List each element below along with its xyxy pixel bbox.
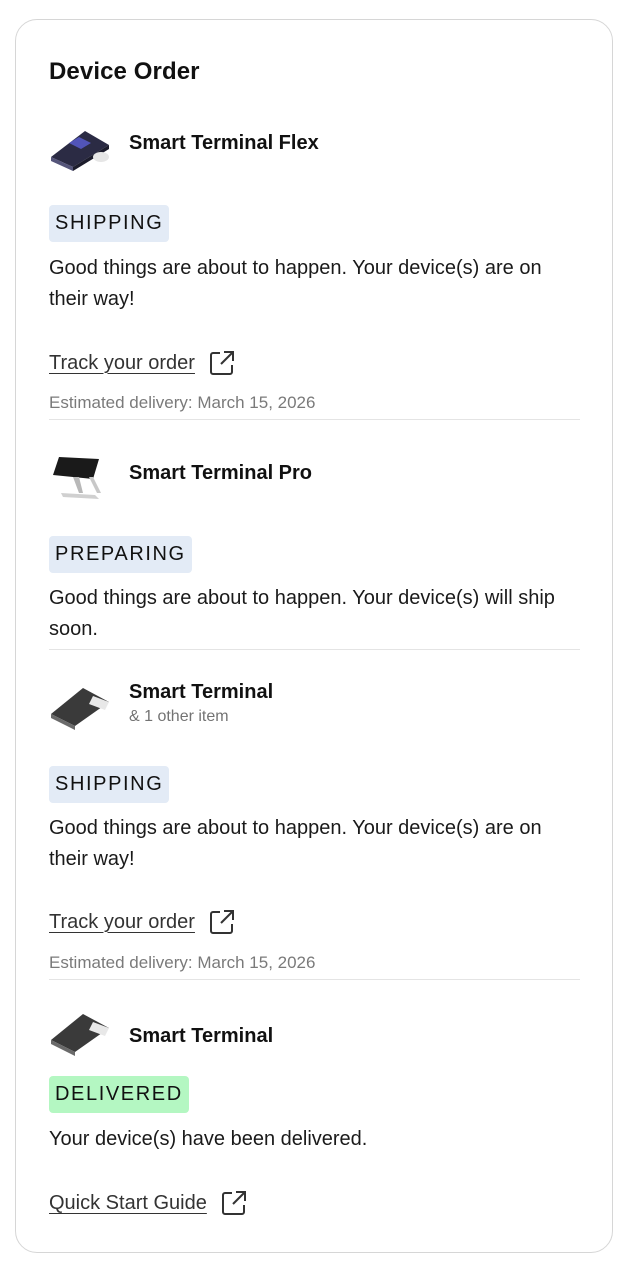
- estimated-delivery: Estimated delivery: March 15, 2026: [49, 953, 316, 972]
- status-message: Your device(s) have been delivered.: [49, 1128, 368, 1150]
- track-order-link[interactable]: Track your order: [49, 350, 235, 376]
- status-message: Good things are about to happen. Your de…: [49, 587, 555, 640]
- section-divider: [49, 979, 580, 980]
- external-link-icon[interactable]: [209, 909, 235, 935]
- status-badge: SHIPPING: [49, 205, 170, 242]
- device-pro-icon: [53, 457, 101, 499]
- status-badge: DELIVERED: [49, 1076, 189, 1113]
- device-terminal-icon: [51, 688, 109, 730]
- external-link-icon[interactable]: [221, 1190, 247, 1216]
- card-title: Device Order: [49, 58, 200, 85]
- section-divider: [49, 649, 580, 650]
- section-divider: [49, 419, 580, 420]
- status-message: Good things are about to happen. Your de…: [49, 257, 542, 310]
- product-name: Smart Terminal: [129, 681, 274, 703]
- status-badge: PREPARING: [49, 536, 192, 573]
- quick-start-guide-label[interactable]: Quick Start Guide: [49, 1192, 207, 1215]
- product-name: Smart Terminal Flex: [129, 132, 319, 154]
- external-link-icon[interactable]: [209, 350, 235, 376]
- product-name: Smart Terminal: [129, 1025, 274, 1047]
- device-flex-icon: [51, 131, 109, 171]
- track-order-label[interactable]: Track your order: [49, 352, 195, 375]
- status-badge: SHIPPING: [49, 766, 170, 803]
- track-order-link[interactable]: Track your order: [49, 909, 235, 935]
- status-message: Good things are about to happen. Your de…: [49, 817, 542, 870]
- product-name: Smart Terminal Pro: [129, 462, 313, 484]
- estimated-delivery: Estimated delivery: March 15, 2026: [49, 393, 316, 412]
- product-extra-items: & 1 other item: [129, 708, 229, 725]
- device-terminal-icon: [51, 1014, 109, 1056]
- track-order-label[interactable]: Track your order: [49, 911, 195, 934]
- device-order-card: Device Order Smart Terminal Flex SHIPPIN…: [15, 19, 613, 1253]
- quick-start-guide-link[interactable]: Quick Start Guide: [49, 1190, 247, 1216]
